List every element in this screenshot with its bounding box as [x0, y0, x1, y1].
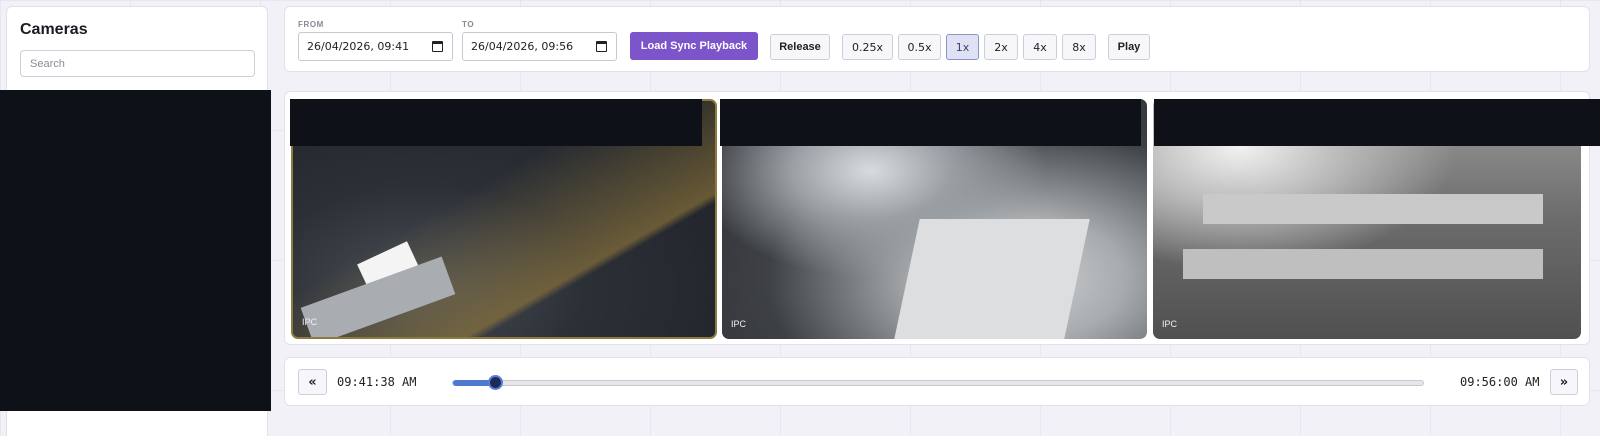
- desk-row: [1183, 249, 1543, 279]
- speed-2x-button[interactable]: 2x: [984, 34, 1018, 60]
- camera-label: IPC: [1162, 319, 1178, 329]
- camera-label: IPC: [302, 317, 318, 327]
- to-datetime-value: 26/04/2026, 09:56: [471, 40, 574, 53]
- tile-header-redacted: [720, 99, 1141, 146]
- desk-row: [1203, 194, 1543, 224]
- speed-8x-button[interactable]: 8x: [1062, 34, 1096, 60]
- from-datetime-value: 26/04/2026, 09:41: [307, 40, 410, 53]
- camera-label: IPC: [731, 319, 747, 329]
- end-time: 09:56:00 AM: [1460, 375, 1540, 389]
- calendar-icon[interactable]: [596, 41, 607, 52]
- camera-search-input[interactable]: [20, 50, 255, 77]
- speed-0-25x-button[interactable]: 0.25x: [842, 34, 893, 60]
- to-datetime-input[interactable]: 26/04/2026, 09:56: [462, 32, 617, 61]
- from-datetime-input[interactable]: 26/04/2026, 09:41: [298, 32, 453, 61]
- tile-header-redacted: [290, 99, 702, 146]
- speed-1x-button[interactable]: 1x: [946, 34, 979, 60]
- tile-header-redacted: [1154, 99, 1600, 146]
- playback-bar: « 09:41:38 AM 09:56:00 AM »: [284, 357, 1590, 406]
- current-time: 09:41:38 AM: [337, 375, 417, 389]
- timeline-handle[interactable]: [487, 375, 503, 390]
- calendar-icon[interactable]: [432, 41, 443, 52]
- speed-0-5x-button[interactable]: 0.5x: [898, 34, 941, 60]
- step-back-button[interactable]: «: [298, 369, 327, 395]
- load-sync-playback-button[interactable]: Load Sync Playback: [630, 32, 758, 60]
- from-label: FROM: [298, 20, 324, 29]
- step-forward-button[interactable]: »: [1550, 369, 1578, 395]
- to-label: TO: [462, 20, 475, 29]
- camera-list-redacted: [0, 90, 271, 411]
- timeline-slider[interactable]: [452, 375, 1424, 390]
- play-button[interactable]: Play: [1108, 34, 1150, 60]
- table: [894, 219, 1090, 339]
- speed-4x-button[interactable]: 4x: [1023, 34, 1057, 60]
- release-button[interactable]: Release: [770, 34, 830, 60]
- sidebar-title: Cameras: [20, 21, 88, 38]
- playback-toolbar: FROM 26/04/2026, 09:41 TO 26/04/2026, 09…: [284, 6, 1590, 72]
